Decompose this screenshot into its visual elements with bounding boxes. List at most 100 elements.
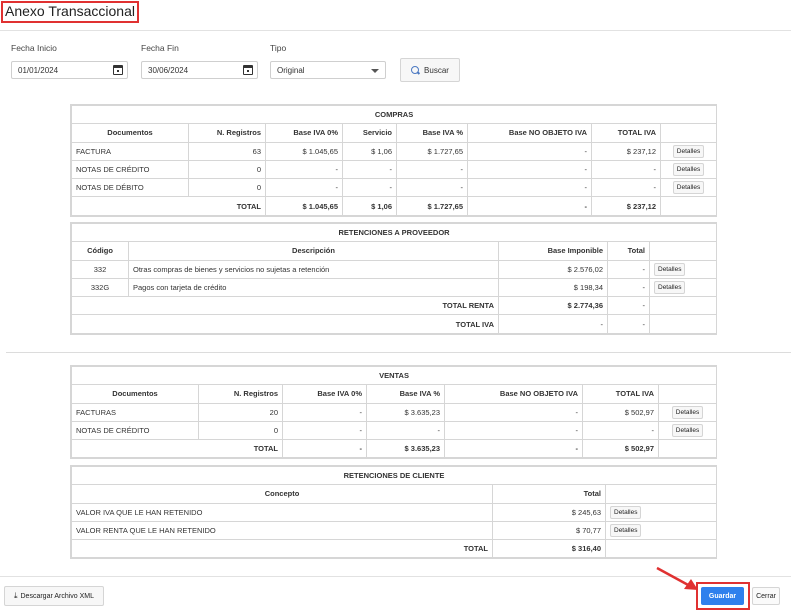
type-select[interactable]: Original bbox=[270, 61, 386, 79]
column-header: Base IVA 0% bbox=[265, 123, 343, 143]
calendar-icon[interactable] bbox=[243, 65, 253, 75]
table-cell: - bbox=[467, 141, 592, 161]
column-header: Base IVA % bbox=[366, 384, 445, 404]
table-cell: 332 bbox=[71, 259, 129, 279]
table-cell: 332G bbox=[71, 277, 129, 298]
details-cell: Detalles bbox=[659, 141, 718, 161]
table-cell: - bbox=[396, 178, 468, 198]
table-cell: $ 245,63 bbox=[492, 502, 606, 522]
search-button[interactable]: Buscar bbox=[400, 58, 460, 82]
type-value: Original bbox=[277, 66, 305, 75]
table-cell: - bbox=[591, 178, 661, 198]
chevron-down-icon bbox=[371, 69, 379, 73]
total-row: TOTAL $ 1.045,65 $ 1,06 $ 1.727,65 - $ 2… bbox=[71, 196, 718, 216]
column-header: Base Imponible bbox=[498, 241, 608, 261]
column-header: Descripción bbox=[128, 241, 499, 261]
empty-cell bbox=[648, 296, 718, 316]
calendar-icon[interactable] bbox=[113, 65, 123, 75]
total-renta-label: TOTAL RENTA bbox=[71, 296, 499, 316]
end-date-input[interactable]: 30/06/2024 bbox=[141, 61, 258, 79]
ventas-section: VENTAS Documentos N. Registros Base IVA … bbox=[70, 365, 718, 460]
table-row: NOTAS DE CRÉDITO 0 - - - - Detalles bbox=[71, 420, 718, 441]
ret-cliente-title: RETENCIONES DE CLIENTE bbox=[70, 465, 718, 486]
table-cell: - bbox=[591, 159, 661, 180]
ret-proveedor-title: RETENCIONES A PROVEEDOR bbox=[70, 222, 718, 243]
details-button[interactable]: Detalles bbox=[672, 163, 705, 177]
start-date-value: 01/01/2024 bbox=[18, 66, 59, 75]
empty-cell bbox=[604, 539, 718, 559]
details-button[interactable]: Detalles bbox=[671, 424, 704, 438]
total-renta-total: - bbox=[607, 296, 650, 316]
column-header: TOTAL IVA bbox=[591, 123, 661, 143]
details-cell: Detalles bbox=[648, 277, 718, 298]
save-button[interactable]: Guardar bbox=[701, 587, 744, 605]
details-button[interactable]: Detalles bbox=[654, 281, 686, 295]
details-button[interactable]: Detalles bbox=[672, 181, 705, 195]
table-cell: - bbox=[342, 159, 397, 180]
details-cell: Detalles bbox=[604, 502, 718, 522]
divider bbox=[6, 352, 791, 353]
total-row: TOTAL IVA - - bbox=[71, 314, 718, 334]
column-header: Base IVA % bbox=[396, 123, 468, 143]
column-header: Total bbox=[492, 484, 606, 504]
table-cell: 0 bbox=[188, 159, 266, 180]
table-cell: 0 bbox=[188, 178, 266, 198]
table-cell: - bbox=[265, 159, 343, 180]
download-xml-label: Descargar Archivo XML bbox=[20, 592, 95, 600]
details-cell: Detalles bbox=[657, 420, 718, 441]
column-header: Servicio bbox=[342, 123, 397, 143]
ret-cliente-table: RETENCIONES DE CLIENTE Concepto Total VA… bbox=[70, 465, 718, 559]
table-cell: $ 198,34 bbox=[498, 277, 608, 298]
start-date-input[interactable]: 01/01/2024 bbox=[11, 61, 128, 79]
table-cell: - bbox=[582, 420, 659, 441]
table-cell: $ 70,77 bbox=[492, 520, 606, 541]
table-cell: $ 1.727,65 bbox=[396, 141, 468, 161]
total-iva-label: TOTAL IVA bbox=[71, 314, 499, 334]
details-cell: Detalles bbox=[659, 178, 718, 198]
details-button[interactable]: Detalles bbox=[671, 405, 704, 419]
total-renta-base: $ 2.774,36 bbox=[498, 296, 608, 316]
details-button[interactable]: Detalles bbox=[672, 144, 705, 158]
table-cell: - bbox=[467, 159, 592, 180]
total-cell: $ 1.045,65 bbox=[265, 196, 343, 216]
ventas-title: VENTAS bbox=[70, 365, 718, 386]
table-cell: $ 3.635,23 bbox=[366, 402, 445, 422]
table-cell: NOTAS DE CRÉDITO bbox=[71, 159, 189, 180]
table-cell: - bbox=[282, 420, 367, 441]
download-xml-button[interactable]: ⤓ Descargar Archivo XML bbox=[4, 586, 104, 606]
details-cell: Detalles bbox=[604, 520, 718, 541]
empty-cell bbox=[659, 196, 718, 216]
total-cell: $ 1.727,65 bbox=[396, 196, 468, 216]
table-cell: $ 237,12 bbox=[591, 141, 661, 161]
start-date-label: Fecha Inicio bbox=[11, 43, 57, 53]
total-label: TOTAL bbox=[71, 439, 283, 459]
total-cell: $ 3.635,23 bbox=[366, 439, 445, 459]
table-cell: Pagos con tarjeta de crédito bbox=[128, 277, 499, 298]
arrow-annotation-icon bbox=[656, 566, 698, 590]
table-cell: - bbox=[282, 402, 367, 422]
empty-cell bbox=[657, 439, 718, 459]
total-cell: - bbox=[444, 439, 583, 459]
details-button[interactable]: Detalles bbox=[610, 505, 642, 519]
total-cell: $ 502,97 bbox=[582, 439, 659, 459]
table-cell: 0 bbox=[198, 420, 283, 441]
column-header-empty bbox=[604, 484, 718, 504]
close-button[interactable]: Cerrar bbox=[752, 587, 780, 605]
end-date-label: Fecha Fin bbox=[141, 43, 179, 53]
details-button[interactable]: Detalles bbox=[654, 262, 686, 276]
ventas-table: VENTAS Documentos N. Registros Base IVA … bbox=[70, 365, 718, 459]
table-row: 332 Otras compras de bienes y servicios … bbox=[71, 259, 718, 279]
page-title: Anexo Transaccional bbox=[5, 3, 135, 19]
details-cell: Detalles bbox=[648, 259, 718, 279]
column-header-empty bbox=[657, 384, 718, 404]
end-date-value: 30/06/2024 bbox=[148, 66, 189, 75]
column-header-empty bbox=[648, 241, 718, 261]
details-button[interactable]: Detalles bbox=[610, 524, 642, 538]
download-icon: ⤓ bbox=[13, 591, 18, 600]
column-header: N. Registros bbox=[198, 384, 283, 404]
compras-title: COMPRAS bbox=[70, 104, 718, 125]
total-row: TOTAL $ 316,40 bbox=[71, 539, 718, 559]
total-label: TOTAL bbox=[71, 539, 493, 559]
table-cell: $ 1.045,65 bbox=[265, 141, 343, 161]
divider bbox=[0, 30, 791, 31]
